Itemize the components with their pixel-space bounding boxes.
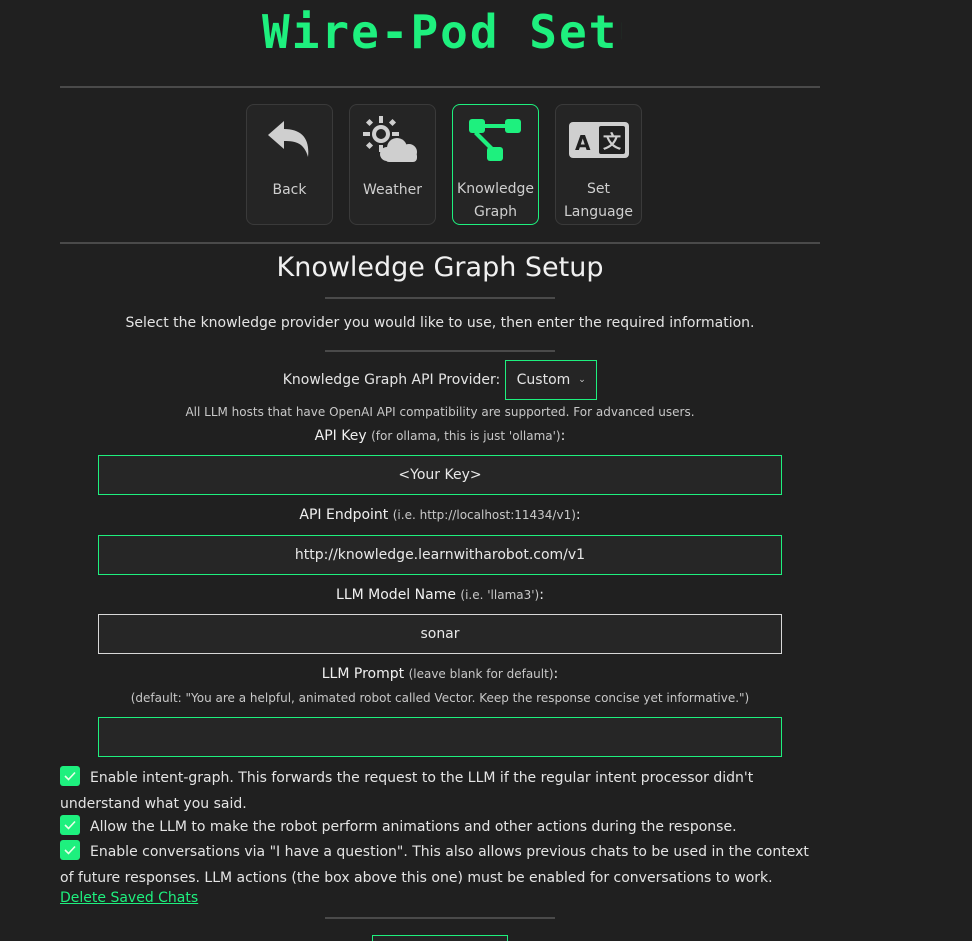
llm-actions-text: Allow the LLM to make the robot perform … — [90, 819, 737, 835]
chevron-down-icon: ⌄ — [578, 375, 586, 385]
conversations-option: Enable conversations via "I have a quest… — [60, 839, 820, 891]
conversations-text: Enable conversations via "I have a quest… — [60, 844, 809, 886]
save-button[interactable] — [372, 935, 508, 941]
api-endpoint-colon: : — [575, 507, 581, 523]
api-key-input[interactable]: <Your Key> — [98, 455, 782, 495]
llm-actions-option: Allow the LLM to make the robot perform … — [60, 814, 820, 840]
intro-text: Select the knowledge provider you would … — [125, 315, 755, 331]
nav-weather-label: Weather — [363, 182, 422, 198]
nav-back-button[interactable]: Back — [246, 104, 333, 225]
api-endpoint-label: API Endpoint (i.e. http://localhost:1143… — [0, 507, 880, 523]
api-endpoint-value: http://knowledge.learnwitharobot.com/v1 — [294, 547, 586, 563]
llm-prompt-default-note: (default: "You are a helpful, animated r… — [130, 691, 750, 705]
divider-intro — [325, 350, 555, 352]
llm-prompt-hint: (leave blank for default) — [408, 667, 554, 681]
nav-weather-button[interactable]: Weather — [349, 104, 436, 225]
provider-note: All LLM hosts that have OpenAI API compa… — [185, 405, 695, 419]
divider-title — [325, 297, 555, 299]
model-name-label: LLM Model Name (i.e. 'llama3'): — [0, 587, 880, 603]
llm-prompt-label-text: LLM Prompt — [321, 666, 405, 682]
api-key-label-text: API Key — [314, 428, 367, 444]
nav-set-language-button[interactable]: A 文 Set Language — [555, 104, 642, 225]
intent-graph-option: Enable intent-graph. This forwards the r… — [60, 765, 820, 817]
wire-pod-logo: Wire-Pod Setup — [262, 6, 622, 58]
model-name-input[interactable]: sonar — [98, 614, 782, 654]
back-arrow-icon — [258, 113, 322, 167]
conversations-checkbox[interactable] — [60, 840, 80, 860]
divider-nav — [60, 242, 820, 244]
model-name-colon: : — [539, 587, 544, 603]
api-endpoint-label-text: API Endpoint — [299, 507, 389, 523]
nav-back-label: Back — [272, 182, 307, 198]
logo-text: Wire-Pod Setup — [262, 6, 622, 58]
api-key-value: <Your Key> — [398, 467, 482, 483]
nav-bar: Back Weather Knowledge Graph A 文 Set Lan… — [246, 104, 642, 225]
intent-graph-text: Enable intent-graph. This forwards the r… — [60, 770, 754, 812]
provider-select-value: Custom — [516, 372, 571, 388]
llm-prompt-label: LLM Prompt (leave blank for default): — [0, 666, 880, 682]
weather-icon — [361, 113, 425, 167]
language-icon: A 文 — [567, 113, 631, 166]
model-name-label-text: LLM Model Name — [336, 587, 456, 603]
delete-saved-chats-link[interactable]: Delete Saved Chats — [60, 890, 198, 906]
page-title: Knowledge Graph Setup — [276, 252, 604, 283]
provider-label: Knowledge Graph API Provider: — [282, 372, 501, 388]
nav-set-language-label: Set Language — [563, 181, 634, 220]
svg-text:文: 文 — [603, 131, 622, 153]
provider-row: Knowledge Graph API Provider: Custom ⌄ — [0, 360, 880, 400]
setup-page: Wire-Pod Setup Back — [0, 0, 972, 941]
llm-prompt-input[interactable] — [98, 717, 782, 757]
knowledge-graph-icon — [464, 113, 528, 166]
nav-knowledge-graph-label: Knowledge Graph — [457, 181, 534, 220]
api-endpoint-input[interactable]: http://knowledge.learnwitharobot.com/v1 — [98, 535, 782, 575]
api-key-label: API Key (for ollama, this is just 'ollam… — [0, 428, 880, 444]
svg-text:A: A — [575, 131, 591, 155]
api-endpoint-hint: (i.e. http://localhost:11434/v1) — [392, 508, 576, 522]
provider-select[interactable]: Custom ⌄ — [505, 360, 598, 400]
api-key-hint: (for ollama, this is just 'ollama') — [371, 429, 561, 443]
model-name-value: sonar — [420, 626, 460, 642]
nav-knowledge-graph-button[interactable]: Knowledge Graph — [452, 104, 539, 225]
divider-bottom — [325, 917, 555, 919]
llm-prompt-colon: : — [553, 666, 559, 682]
divider-top — [60, 86, 820, 88]
model-name-hint: (i.e. 'llama3') — [460, 588, 540, 602]
api-key-colon: : — [560, 428, 566, 444]
llm-actions-checkbox[interactable] — [60, 815, 80, 835]
intent-graph-checkbox[interactable] — [60, 766, 80, 786]
